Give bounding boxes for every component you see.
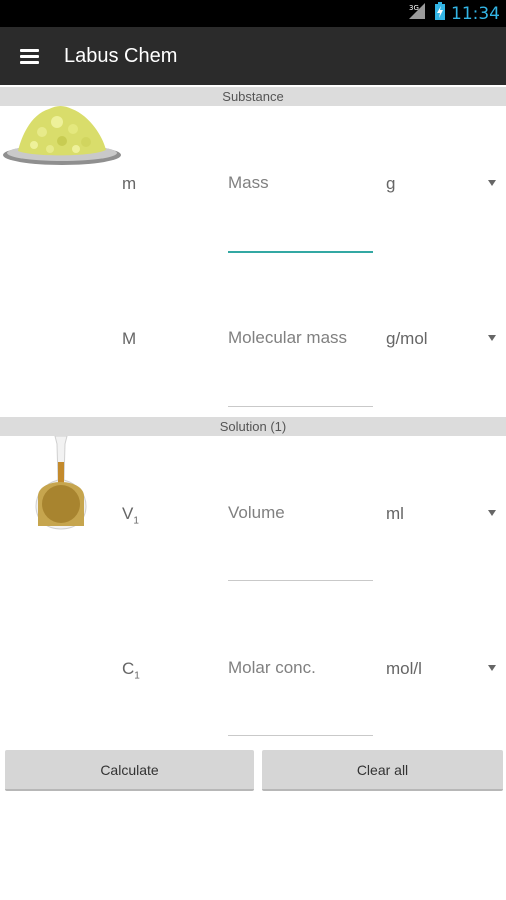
- calculate-button[interactable]: Calculate: [5, 750, 254, 791]
- mass-input-underline: [228, 251, 373, 253]
- mass-input[interactable]: [228, 168, 373, 198]
- volume-unit-select[interactable]: ml: [386, 498, 506, 530]
- volume-unit-label: ml: [386, 504, 404, 523]
- dropdown-arrow-icon: [488, 665, 496, 671]
- signal-icon: 3G: [407, 1, 429, 26]
- clear-all-button[interactable]: Clear all: [262, 750, 503, 791]
- symbol-mass: m: [122, 174, 137, 193]
- molar-conc-unit-label: mol/l: [386, 659, 422, 678]
- sulfur-powder-icon: [2, 104, 124, 170]
- molecular-mass-unit-label: g/mol: [386, 329, 428, 348]
- svg-text:3G: 3G: [409, 4, 419, 12]
- mass-unit-select[interactable]: g: [386, 168, 506, 200]
- mass-unit-label: g: [386, 174, 396, 193]
- app-bar: Labus Chem: [0, 27, 506, 85]
- symbol-volume: V1: [122, 504, 139, 527]
- app-title: Labus Chem: [64, 45, 178, 67]
- dropdown-arrow-icon: [488, 335, 496, 341]
- dropdown-arrow-icon: [488, 180, 496, 186]
- molecular-mass-input-underline: [228, 406, 373, 407]
- status-icons: 3G 11:34: [407, 0, 500, 27]
- molecular-mass-input[interactable]: [228, 323, 373, 353]
- symbol-molar-conc: C1: [122, 659, 140, 682]
- volume-input-underline: [228, 580, 373, 581]
- status-bar: 3G 11:34: [0, 0, 506, 27]
- dropdown-arrow-icon: [488, 510, 496, 516]
- molecular-mass-unit-select[interactable]: g/mol: [386, 323, 506, 355]
- battery-icon: [435, 2, 445, 25]
- symbol-molecular-mass: M: [122, 329, 137, 348]
- molar-conc-input[interactable]: [228, 653, 373, 683]
- volume-input[interactable]: [228, 498, 373, 528]
- molar-conc-input-underline: [228, 735, 373, 736]
- status-time: 11:34: [451, 3, 500, 24]
- volumetric-flask-icon: [30, 435, 92, 530]
- section-header-solution: Solution (1): [0, 417, 506, 436]
- menu-button[interactable]: [12, 40, 46, 72]
- molar-conc-unit-select[interactable]: mol/l: [386, 653, 506, 685]
